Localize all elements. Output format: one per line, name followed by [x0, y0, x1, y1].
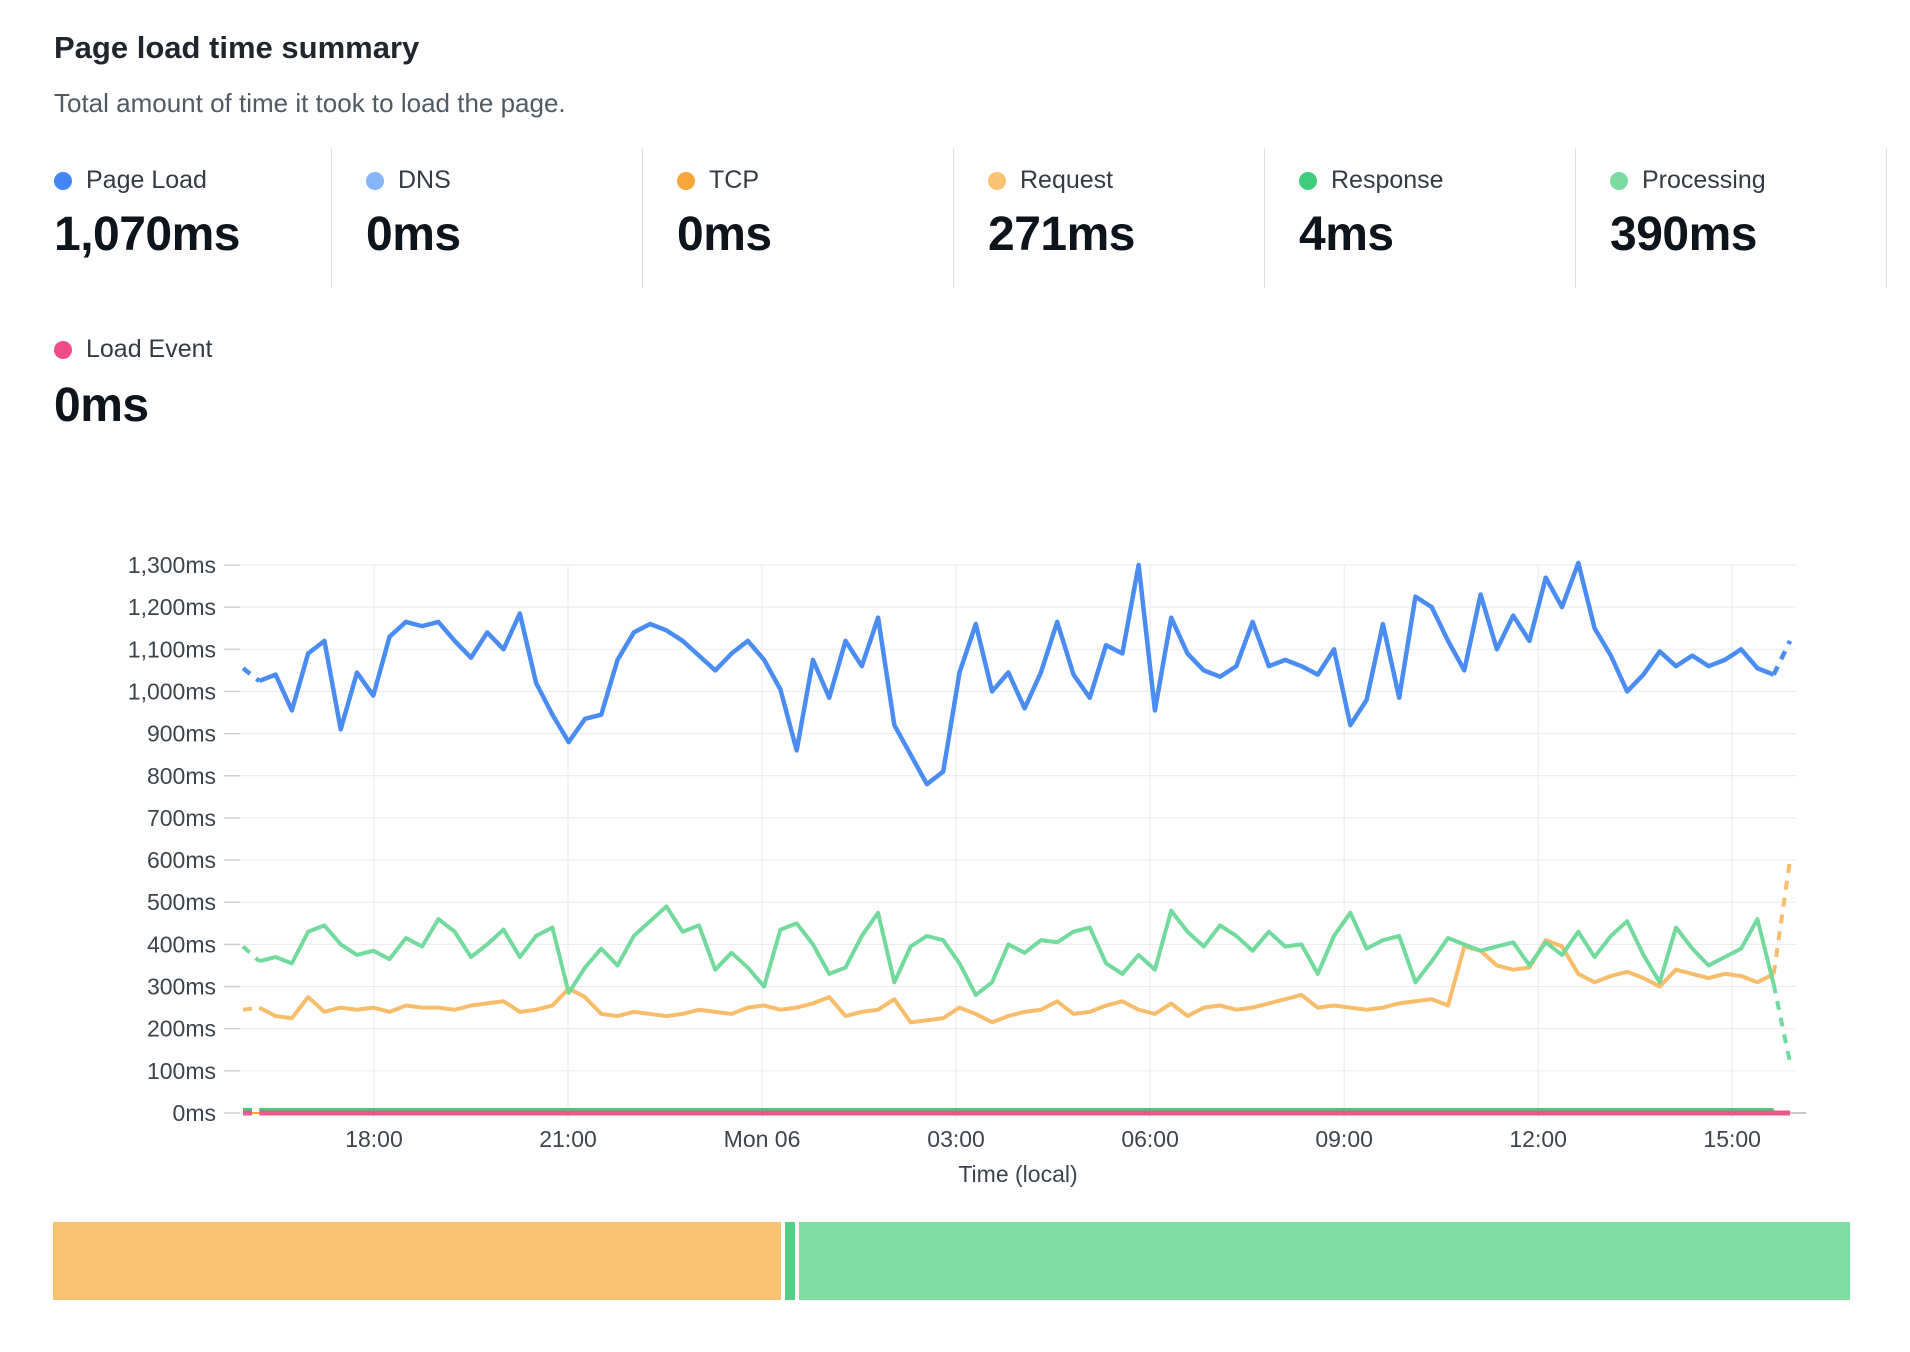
- svg-text:15:00: 15:00: [1703, 1126, 1761, 1152]
- stat-value: 1,070ms: [54, 207, 331, 262]
- series-request: [1774, 860, 1790, 974]
- bar-divider-green-segment[interactable]: [785, 1222, 795, 1300]
- stat-label: Processing: [1642, 166, 1766, 195]
- stat-value: 390ms: [1610, 207, 1886, 262]
- series-page-load: [259, 563, 1773, 784]
- load-time-line-chart[interactable]: 0ms 100ms 200ms 300ms 400ms 500ms 600ms 700ms 80…: [0, 430, 1910, 1220]
- svg-text:900ms: 900ms: [147, 721, 216, 747]
- svg-text:1,000ms: 1,000ms: [128, 678, 216, 704]
- series-request: [243, 1008, 259, 1010]
- request-legend-dot: [988, 172, 1006, 190]
- stat-tcp: TCP 0ms: [642, 148, 953, 288]
- stat-value: 271ms: [988, 207, 1264, 262]
- response-legend-dot: [1299, 172, 1317, 190]
- svg-text:0ms: 0ms: [173, 1100, 216, 1126]
- bar-processing-segment[interactable]: [799, 1222, 1850, 1300]
- stat-label: Request: [1020, 166, 1113, 195]
- stat-value: 0ms: [366, 207, 642, 262]
- svg-text:Time (local): Time (local): [958, 1161, 1077, 1187]
- page-subtitle: Total amount of time it took to load the…: [54, 88, 566, 119]
- dns-legend-dot: [366, 172, 384, 190]
- processing-legend-dot: [1610, 172, 1628, 190]
- svg-text:1,100ms: 1,100ms: [128, 636, 216, 662]
- metrics-summary-row: Page Load 1,070ms DNS 0ms TCP 0ms Reques…: [54, 148, 1887, 288]
- stat-response-label-row: Response: [1299, 166, 1575, 195]
- stat-load-event-label-row: Load Event: [54, 335, 213, 364]
- series-page-load: [1774, 641, 1790, 675]
- stat-dns: DNS 0ms: [331, 148, 642, 288]
- page-load-legend-dot: [54, 172, 72, 190]
- load-event-legend-dot: [54, 341, 72, 359]
- stat-request-label-row: Request: [988, 166, 1264, 195]
- stat-value: 0ms: [677, 207, 953, 262]
- stat-processing: Processing 390ms: [1575, 148, 1886, 288]
- svg-text:300ms: 300ms: [147, 974, 216, 1000]
- series-processing: [243, 946, 259, 961]
- svg-text:06:00: 06:00: [1121, 1126, 1179, 1152]
- svg-text:12:00: 12:00: [1509, 1126, 1567, 1152]
- stat-tcp-label-row: TCP: [677, 166, 953, 195]
- svg-text:09:00: 09:00: [1315, 1126, 1373, 1152]
- series-processing: [259, 906, 1773, 995]
- stat-value: 4ms: [1299, 207, 1575, 262]
- stat-label: Page Load: [86, 166, 207, 195]
- series-processing: [1774, 984, 1790, 1062]
- stat-response: Response 4ms: [1264, 148, 1575, 288]
- svg-text:800ms: 800ms: [147, 763, 216, 789]
- bar-request-segment[interactable]: [53, 1222, 781, 1300]
- svg-text:600ms: 600ms: [147, 847, 216, 873]
- stat-label: DNS: [398, 166, 451, 195]
- stat-value: 0ms: [54, 378, 213, 433]
- request-processing-range-bar[interactable]: [53, 1222, 1856, 1300]
- svg-text:1,200ms: 1,200ms: [128, 594, 216, 620]
- chart-canvas[interactable]: 0ms 100ms 200ms 300ms 400ms 500ms 600ms 700ms 80…: [0, 430, 1910, 1220]
- svg-text:18:00: 18:00: [345, 1126, 403, 1152]
- stat-dns-label-row: DNS: [366, 166, 642, 195]
- tcp-legend-dot: [677, 172, 695, 190]
- svg-text:21:00: 21:00: [539, 1126, 597, 1152]
- stat-request: Request 271ms: [953, 148, 1264, 288]
- svg-text:700ms: 700ms: [147, 805, 216, 831]
- stat-label: Load Event: [86, 335, 213, 364]
- series-page-load: [243, 668, 259, 681]
- stat-label: Response: [1331, 166, 1444, 195]
- stat-label: TCP: [709, 166, 759, 195]
- svg-text:400ms: 400ms: [147, 931, 216, 957]
- page-title: Page load time summary: [54, 30, 419, 66]
- svg-text:500ms: 500ms: [147, 889, 216, 915]
- stat-load-event: Load Event 0ms: [54, 335, 213, 433]
- svg-text:200ms: 200ms: [147, 1016, 216, 1042]
- page-load-summary-panel: Page load time summary Total amount of t…: [0, 0, 1910, 1352]
- svg-text:Mon 06: Mon 06: [724, 1126, 801, 1152]
- svg-text:100ms: 100ms: [147, 1058, 216, 1084]
- svg-text:1,300ms: 1,300ms: [128, 552, 216, 578]
- stat-page-load-label-row: Page Load: [54, 166, 331, 195]
- stat-processing-label-row: Processing: [1610, 166, 1886, 195]
- stat-page-load: Page Load 1,070ms: [54, 148, 331, 288]
- svg-text:03:00: 03:00: [927, 1126, 985, 1152]
- series-request: [259, 940, 1773, 1022]
